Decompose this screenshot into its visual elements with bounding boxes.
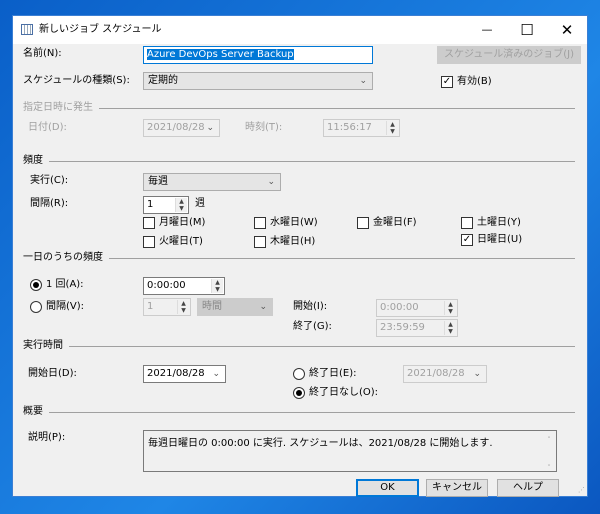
daily-frequency-heading: 一日のうちの頻度: [23, 252, 109, 263]
close-button[interactable]: ✕: [549, 16, 585, 44]
date-picker[interactable]: 2021/08/28 ⌄: [143, 119, 220, 137]
occurs-value: 毎週: [148, 176, 168, 187]
time-label: 時刻(T):: [245, 122, 283, 133]
interval-label: 間隔(R):: [30, 198, 69, 209]
duration-section: 実行時間: [23, 340, 575, 352]
monday-label: 月曜日(M): [159, 217, 206, 228]
saturday-label: 土曜日(Y): [477, 217, 521, 228]
interval-value: 1: [147, 199, 154, 210]
end-date-label: 終了日(E):: [309, 368, 357, 379]
description-textbox[interactable]: 毎週日曜日の 0:00:00 に実行. スケジュールは、2021/08/28 に…: [143, 430, 557, 472]
name-label: 名前(N):: [23, 48, 62, 59]
time-value: 11:56:17: [327, 122, 372, 133]
wednesday-label: 水曜日(W): [270, 217, 318, 228]
date-label: 日付(D):: [28, 122, 67, 133]
start-time-value: 0:00:00: [380, 302, 419, 313]
spinner-arrows-icon[interactable]: ▲ ▼: [211, 279, 223, 293]
occurs-label: 実行(C):: [30, 175, 69, 186]
thursday-checkbox[interactable]: [254, 236, 266, 248]
enabled-label: 有効(B): [457, 76, 492, 87]
chevron-down-icon: ⌄: [359, 76, 367, 86]
chevron-down-icon: ⌄: [267, 177, 275, 187]
summary-section: 概要: [23, 406, 575, 418]
every-unit-select[interactable]: 時間 ⌄: [197, 298, 273, 316]
cancel-button[interactable]: キャンセル: [426, 479, 488, 497]
name-value: Azure DevOps Server Backup: [147, 49, 294, 60]
one-time-section: 指定日時に発生: [23, 102, 575, 114]
no-end-date-radio[interactable]: [293, 387, 305, 399]
schedule-type-value: 定期的: [148, 75, 178, 86]
wednesday-checkbox[interactable]: [254, 217, 266, 229]
name-input[interactable]: Azure DevOps Server Backup: [143, 46, 373, 64]
interval-unit: 週: [195, 198, 205, 209]
once-time-value: 0:00:00: [147, 280, 186, 291]
start-date-picker[interactable]: 2021/08/28 ⌄: [143, 365, 226, 383]
chevron-down-icon: ⌄: [259, 302, 267, 312]
thursday-label: 木曜日(H): [270, 236, 316, 247]
sunday-label: 日曜日(U): [477, 234, 523, 245]
spinner-arrows-icon[interactable]: ▲ ▼: [175, 198, 187, 212]
end-time-spinner[interactable]: 23:59:59 ▲ ▼: [376, 319, 458, 337]
description-label: 説明(P):: [28, 432, 66, 443]
start-date-value: 2021/08/28: [147, 368, 205, 379]
scheduled-jobs-button[interactable]: スケジュール済みのジョブ(J): [437, 46, 581, 64]
resize-grip-icon[interactable]: ⋰: [578, 486, 585, 494]
description-text: 毎週日曜日の 0:00:00 に実行. スケジュールは、2021/08/28 に…: [148, 438, 493, 449]
daily-frequency-section: 一日のうちの頻度: [23, 252, 575, 264]
spinner-arrows-icon[interactable]: ▲ ▼: [444, 321, 456, 335]
chevron-down-icon: ⌄: [212, 369, 220, 379]
window-title: 新しいジョブ スケジュール: [39, 24, 162, 35]
chevron-down-icon: ⌄: [473, 369, 481, 379]
once-radio[interactable]: [30, 279, 42, 291]
every-label: 間隔(V):: [46, 301, 85, 312]
date-value: 2021/08/28: [147, 122, 205, 133]
end-time-label: 終了(G):: [293, 321, 332, 332]
friday-checkbox[interactable]: [357, 217, 369, 229]
once-time-spinner[interactable]: 0:00:00 ▲ ▼: [143, 277, 225, 295]
occurs-select[interactable]: 毎週 ⌄: [143, 173, 281, 191]
start-time-spinner[interactable]: 0:00:00 ▲ ▼: [376, 299, 458, 317]
once-label: 1 回(A):: [46, 279, 84, 290]
calendar-icon: [21, 24, 33, 35]
one-time-heading: 指定日時に発生: [23, 102, 99, 113]
frequency-section: 頻度: [23, 155, 575, 167]
every-unit-value: 時間: [202, 301, 222, 312]
no-end-date-label: 終了日なし(O):: [309, 387, 379, 398]
end-time-value: 23:59:59: [380, 322, 425, 333]
every-value: 1: [147, 301, 154, 312]
end-date-radio[interactable]: [293, 368, 305, 380]
every-radio[interactable]: [30, 301, 42, 313]
minimize-button[interactable]: —: [469, 16, 505, 44]
tuesday-label: 火曜日(T): [159, 236, 203, 247]
time-spinner[interactable]: 11:56:17 ▲ ▼: [323, 119, 400, 137]
start-time-label: 開始(I):: [293, 301, 328, 312]
duration-heading: 実行時間: [23, 340, 69, 351]
help-button[interactable]: ヘルプ: [497, 479, 559, 497]
start-date-label: 開始日(D):: [28, 368, 77, 379]
saturday-checkbox[interactable]: [461, 217, 473, 229]
schedule-type-select[interactable]: 定期的 ⌄: [143, 72, 373, 90]
schedule-type-label: スケジュールの種類(S):: [23, 75, 130, 86]
scrollbar[interactable]: ˄ ˅: [544, 433, 554, 472]
end-date-value: 2021/08/28: [407, 368, 465, 379]
ok-button[interactable]: OK: [356, 479, 419, 497]
spinner-arrows-icon[interactable]: ▲ ▼: [444, 301, 456, 315]
title-bar: 新しいジョブ スケジュール — ☐ ✕: [13, 16, 587, 44]
monday-checkbox[interactable]: [143, 217, 155, 229]
every-value-spinner[interactable]: 1 ▲ ▼: [143, 298, 191, 316]
chevron-down-icon: ⌄: [206, 123, 214, 133]
maximize-button[interactable]: ☐: [509, 16, 545, 44]
friday-label: 金曜日(F): [373, 217, 417, 228]
interval-spinner[interactable]: 1 ▲ ▼: [143, 196, 189, 214]
spinner-arrows-icon[interactable]: ▲ ▼: [386, 121, 398, 135]
sunday-checkbox[interactable]: ✓: [461, 234, 473, 246]
end-date-picker[interactable]: 2021/08/28 ⌄: [403, 365, 487, 383]
spinner-arrows-icon[interactable]: ▲ ▼: [177, 300, 189, 314]
frequency-heading: 頻度: [23, 155, 49, 166]
summary-heading: 概要: [23, 406, 49, 417]
tuesday-checkbox[interactable]: [143, 236, 155, 248]
enabled-checkbox[interactable]: ✓: [441, 76, 453, 88]
new-job-schedule-dialog: 新しいジョブ スケジュール — ☐ ✕ 名前(N): Azure DevOps …: [12, 15, 588, 497]
